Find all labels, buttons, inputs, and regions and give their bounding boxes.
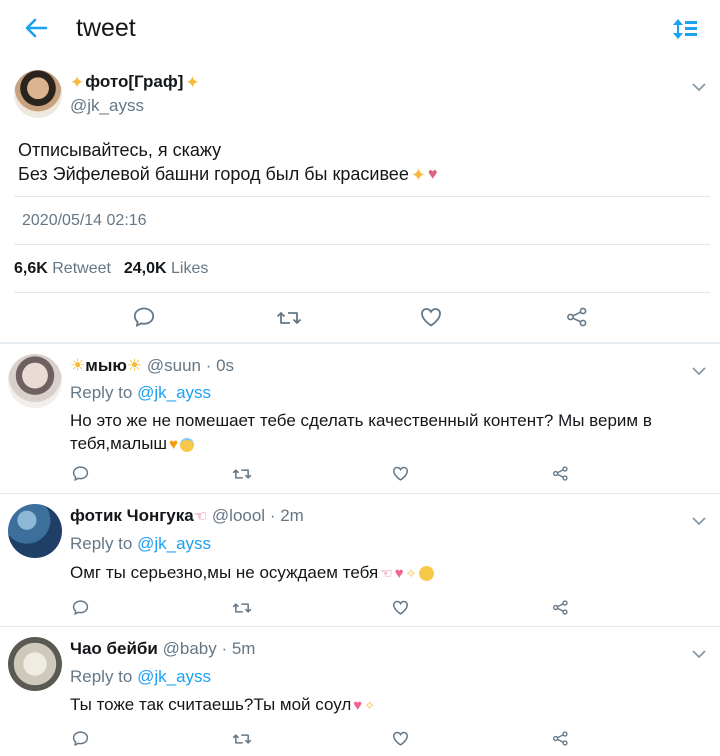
author-name: фото[Граф] (85, 72, 184, 91)
sort-toggle-icon[interactable] (672, 17, 698, 41)
reply-tweet[interactable]: фотик Чонгука☜ @loool · 2m Reply to @jk_… (0, 494, 720, 626)
back-arrow-icon[interactable] (24, 17, 48, 39)
reply-to-prefix: Reply to (70, 667, 133, 686)
sparkles-icon: ✦ (70, 72, 85, 92)
avatar[interactable] (8, 504, 62, 558)
reply-button[interactable] (72, 731, 89, 746)
orange-heart-icon: ♥ (169, 436, 178, 454)
reply-header: Чао бейби @baby · 5m (70, 639, 255, 659)
reply-author-handle[interactable]: @suun (147, 356, 201, 375)
dizzy-icon: ✧ (364, 698, 376, 714)
reply-author-name[interactable]: фотик Чонгука (70, 506, 194, 525)
like-label[interactable]: Likes (171, 260, 208, 277)
tweet-stats: 6,6K Retweet 24,0K Likes (14, 260, 208, 278)
share-button[interactable] (566, 307, 588, 327)
reply-author-name[interactable]: мыю (85, 356, 127, 375)
like-button[interactable] (392, 731, 409, 746)
tweet-text-line: Без Эйфелевой башни город был бы красиве… (18, 164, 409, 184)
header-bar: tweet (0, 0, 720, 58)
reply-header: ☀мыю☀ @suun · 0s (70, 356, 234, 376)
like-button[interactable] (392, 466, 409, 481)
author-handle[interactable]: @jk_ayss (70, 96, 144, 116)
like-button[interactable] (420, 307, 442, 327)
reply-author-handle[interactable]: @baby (163, 639, 217, 658)
reply-text-line: Ты тоже так считаешь?Ты мой соул (70, 695, 352, 714)
pink-heart-icon: ♥ (394, 565, 404, 583)
reply-to-line: Reply to @jk_ayss (70, 383, 211, 403)
sun-icon: ☀ (70, 356, 86, 375)
chevron-down-icon[interactable] (692, 645, 706, 659)
reply-header: фотик Чонгука☜ @loool · 2m (70, 506, 304, 526)
divider (14, 244, 710, 245)
divider (14, 292, 710, 293)
reply-time: · 0s (205, 356, 235, 375)
reply-author-handle[interactable]: @loool (212, 506, 265, 525)
share-button[interactable] (552, 731, 569, 746)
reply-text: Омг ты серьезно,мы не осуждаем тебя ☜ ♥ ✧ (70, 561, 434, 585)
sleepy-face-icon (418, 566, 434, 582)
retweet-button[interactable] (232, 601, 252, 615)
retweet-count[interactable]: 6,6K (14, 260, 48, 277)
reply-to-prefix: Reply to (70, 534, 133, 553)
like-count[interactable]: 24,0K (124, 260, 167, 277)
chevron-down-icon[interactable] (692, 362, 706, 376)
chevron-down-icon[interactable] (692, 512, 706, 526)
retweet-button[interactable] (232, 467, 252, 481)
reply-tweet[interactable]: ☀мыю☀ @suun · 0s Reply to @jk_ayss Но эт… (0, 344, 720, 492)
retweet-button[interactable] (232, 732, 252, 746)
main-tweet: ✦фото[Граф] ✦ @jk_ayss Отписывайтесь, я с… (0, 58, 720, 342)
tweet-text-line: Отписывайтесь, я скажу (18, 140, 222, 160)
avatar[interactable] (8, 637, 62, 691)
divider (14, 196, 710, 197)
author-avatar[interactable] (14, 70, 62, 118)
sparkles-icon: ✦ (410, 165, 426, 186)
pink-heart-icon: ♥ (353, 697, 363, 715)
tweet-text: Отписывайтесь, я скажу Без Эйфелевой баш… (18, 138, 708, 187)
page-title: tweet (76, 14, 136, 42)
broken-heart-icon: ♥ (427, 166, 438, 184)
share-button[interactable] (552, 466, 569, 481)
reply-to-handle[interactable]: @jk_ayss (137, 383, 211, 402)
retweet-label[interactable]: Retweet (52, 260, 111, 277)
reply-button[interactable] (133, 307, 155, 327)
sparkles-icon: ✦ (185, 72, 200, 92)
reply-to-handle[interactable]: @jk_ayss (137, 667, 211, 686)
reply-to-handle[interactable]: @jk_ayss (137, 534, 211, 553)
reply-to-line: Reply to @jk_ayss (70, 534, 211, 554)
reply-to-prefix: Reply to (70, 383, 133, 402)
reply-time: · 2m (269, 506, 304, 525)
dizzy-icon: ✧ (405, 566, 417, 582)
avatar[interactable] (8, 354, 62, 408)
reply-author-name[interactable]: Чао бейби (70, 639, 158, 658)
reply-text: Ты тоже так считаешь?Ты мой соул ♥ ✧ (70, 693, 375, 717)
reply-button[interactable] (72, 466, 89, 481)
sun-icon: ☀ (126, 356, 143, 375)
share-button[interactable] (552, 600, 569, 615)
reply-button[interactable] (72, 600, 89, 615)
chevron-down-icon[interactable] (692, 78, 706, 92)
author-name-row[interactable]: ✦фото[Граф] ✦ (70, 72, 200, 93)
pointing-hand-icon: ☜ (380, 565, 393, 582)
reply-to-line: Reply to @jk_ayss (70, 667, 211, 687)
like-button[interactable] (392, 600, 409, 615)
reply-text: Но это же не помешает тебе сделать качес… (70, 409, 710, 456)
pointing-hand-icon: ☜ (193, 508, 208, 525)
angel-emoji-icon (179, 437, 194, 452)
retweet-button[interactable] (276, 309, 302, 327)
reply-text-line: Омг ты серьезно,мы не осуждаем тебя (70, 563, 379, 582)
tweet-timestamp: 2020/05/14 02:16 (22, 212, 147, 229)
reply-time: · 5m (221, 639, 256, 658)
reply-tweet[interactable]: Чао бейби @baby · 5m Reply to @jk_ayss Т… (0, 627, 720, 756)
reply-text-line: Но это же не помешает тебе сделать качес… (70, 411, 652, 430)
reply-text-line: тебя,малыш (70, 434, 168, 453)
